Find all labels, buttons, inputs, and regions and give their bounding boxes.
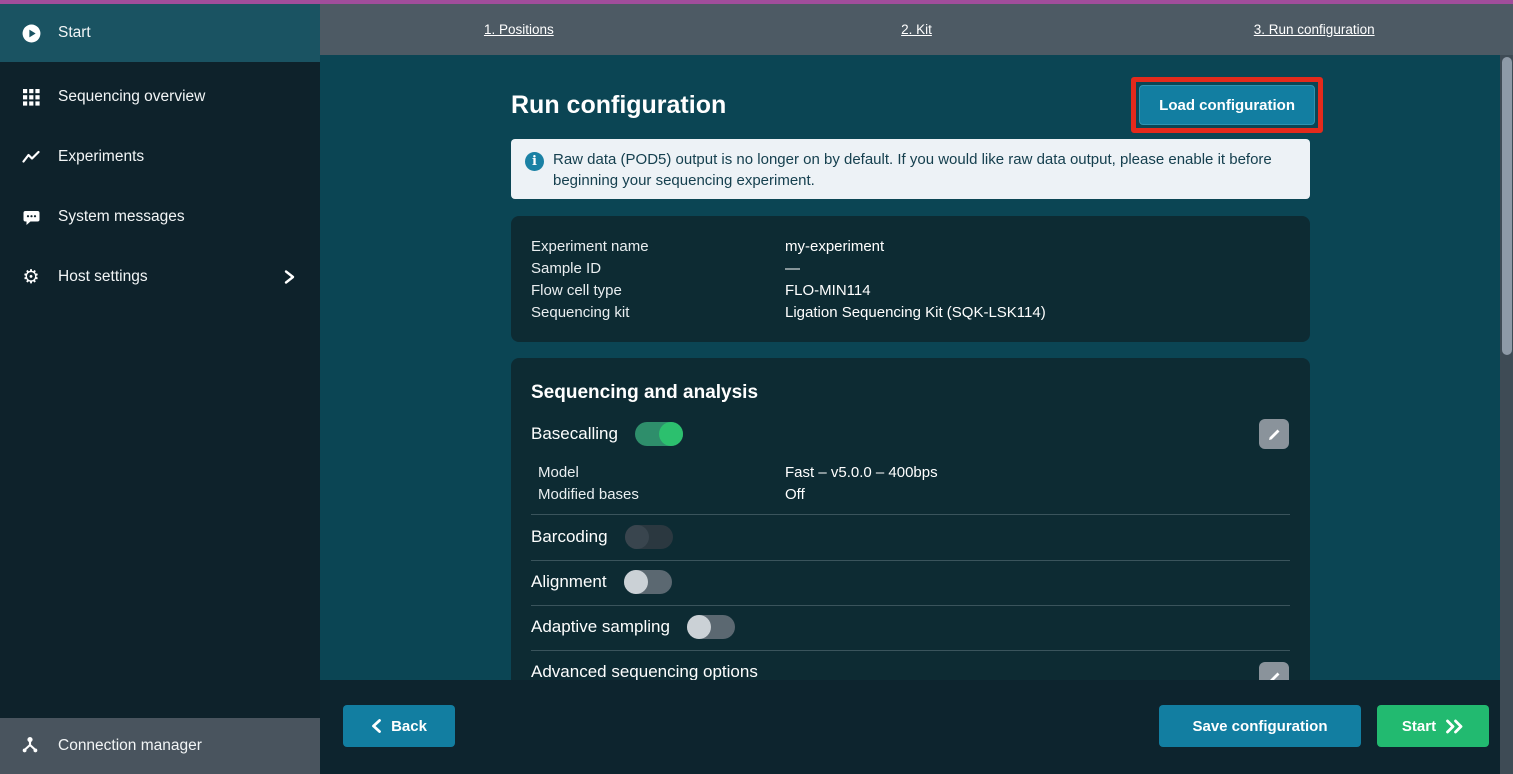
play-circle-icon: [21, 23, 41, 43]
message-icon: [21, 207, 41, 227]
adaptive-sampling-toggle[interactable]: [687, 615, 735, 639]
detail-value: FLO-MIN114: [785, 282, 871, 299]
chevron-left-icon: [371, 718, 382, 734]
alignment-toggle[interactable]: [624, 570, 672, 594]
detail-value: Off: [785, 486, 805, 503]
pencil-icon: [1267, 427, 1282, 442]
minknow-app: 1. Positions 2. Kit 3. Run configuration…: [0, 0, 1513, 774]
pencil-icon: [1267, 670, 1282, 681]
alignment-label: Alignment: [531, 572, 607, 592]
step-cell-positions: 1. Positions: [320, 4, 718, 55]
load-configuration-button[interactable]: Load configuration: [1139, 85, 1315, 125]
divider: [531, 560, 1290, 561]
edit-advanced-options-button[interactable]: [1259, 662, 1289, 680]
grid-icon: [21, 87, 41, 107]
sidebar: Start Sequencing overview Experiments: [0, 4, 320, 774]
sidebar-item-label: Sequencing overview: [58, 88, 205, 106]
sidebar-item-start[interactable]: Start: [0, 4, 320, 62]
network-icon: [21, 736, 41, 756]
step-link-positions[interactable]: 1. Positions: [484, 22, 554, 37]
footer-bar: Back Save configuration Start: [320, 680, 1500, 774]
basecalling-row: Basecalling: [531, 420, 683, 448]
detail-row: Sample ID—: [531, 258, 1290, 280]
top-accent-bar: [0, 0, 1513, 4]
back-button-label: Back: [391, 718, 427, 735]
advanced-options-row: Advanced sequencing options: [531, 658, 758, 680]
basecalling-detail-row: ModelFast – v5.0.0 – 400bps: [538, 462, 1290, 484]
scrollbar-track[interactable]: [1500, 55, 1513, 774]
basecalling-label: Basecalling: [531, 424, 618, 444]
advanced-options-label: Advanced sequencing options: [531, 662, 758, 680]
sidebar-item-label: Experiments: [58, 148, 144, 166]
adaptive-sampling-row: Adaptive sampling: [531, 613, 735, 641]
stepper-header: 1. Positions 2. Kit 3. Run configuration: [320, 4, 1513, 55]
sidebar-item-connection-manager[interactable]: Connection manager: [0, 718, 320, 774]
edit-basecalling-button[interactable]: [1259, 419, 1289, 449]
info-icon: i: [525, 152, 544, 171]
experiment-details-panel: Experiment namemy-experiment Sample ID— …: [511, 216, 1310, 342]
sidebar-item-label: Connection manager: [58, 737, 202, 755]
sidebar-item-label: System messages: [58, 208, 185, 226]
detail-label: Sequencing kit: [531, 302, 785, 324]
sequencing-panel-title: Sequencing and analysis: [531, 382, 758, 404]
divider: [531, 650, 1290, 651]
divider: [531, 605, 1290, 606]
detail-value: Ligation Sequencing Kit (SQK-LSK114): [785, 304, 1046, 321]
alignment-row: Alignment: [531, 568, 672, 596]
step-cell-kit: 2. Kit: [718, 4, 1116, 55]
title-row: Run configuration Load configuration: [511, 76, 1310, 134]
sidebar-item-sequencing-overview[interactable]: Sequencing overview: [0, 73, 320, 121]
sidebar-item-experiments[interactable]: Experiments: [0, 133, 320, 181]
sidebar-item-label: Start: [58, 24, 91, 42]
detail-row: Experiment namemy-experiment: [531, 236, 1290, 258]
main-content: Run configuration Load configuration i R…: [320, 55, 1500, 680]
toggle-knob: [687, 615, 711, 639]
detail-label: Experiment name: [531, 236, 785, 258]
detail-label: Modified bases: [538, 484, 785, 506]
divider: [531, 514, 1290, 515]
sidebar-item-label: Host settings: [58, 268, 148, 286]
sidebar-item-system-messages[interactable]: System messages: [0, 193, 320, 241]
toggle-knob: [659, 422, 683, 446]
barcoding-row: Barcoding: [531, 523, 673, 551]
adaptive-sampling-label: Adaptive sampling: [531, 617, 670, 637]
step-link-run-configuration[interactable]: 3. Run configuration: [1254, 22, 1375, 37]
sidebar-item-host-settings[interactable]: ⚙ Host settings: [0, 253, 320, 301]
detail-value: —: [785, 260, 800, 277]
info-banner: i Raw data (POD5) output is no longer on…: [511, 139, 1310, 199]
detail-label: Model: [538, 462, 785, 484]
detail-row: Sequencing kitLigation Sequencing Kit (S…: [531, 302, 1290, 324]
barcoding-label: Barcoding: [531, 527, 608, 547]
info-banner-text: Raw data (POD5) output is no longer on b…: [553, 149, 1296, 189]
double-chevron-right-icon: [1445, 719, 1464, 734]
chart-line-icon: [21, 147, 41, 167]
start-button[interactable]: Start: [1377, 705, 1489, 747]
page-title: Run configuration: [511, 91, 726, 120]
detail-row: Flow cell typeFLO-MIN114: [531, 280, 1290, 302]
detail-label: Sample ID: [531, 258, 785, 280]
detail-value: Fast – v5.0.0 – 400bps: [785, 464, 938, 481]
step-link-kit[interactable]: 2. Kit: [901, 22, 932, 37]
toggle-knob: [624, 570, 648, 594]
barcoding-toggle[interactable]: [625, 525, 673, 549]
save-configuration-button[interactable]: Save configuration: [1159, 705, 1361, 747]
step-cell-run-configuration: 3. Run configuration: [1115, 4, 1513, 55]
gear-icon: ⚙: [21, 267, 41, 287]
basecalling-detail-row: Modified basesOff: [538, 484, 1290, 506]
click-highlight-box: Load configuration: [1131, 77, 1323, 133]
back-button[interactable]: Back: [343, 705, 455, 747]
scrollbar-thumb[interactable]: [1502, 57, 1512, 355]
start-button-label: Start: [1402, 718, 1436, 735]
toggle-knob: [625, 525, 649, 549]
detail-value: my-experiment: [785, 238, 884, 255]
sequencing-analysis-panel: Sequencing and analysis Basecalling Mode…: [511, 358, 1310, 680]
basecalling-toggle[interactable]: [635, 422, 683, 446]
chevron-right-icon: [283, 269, 296, 290]
detail-label: Flow cell type: [531, 280, 785, 302]
